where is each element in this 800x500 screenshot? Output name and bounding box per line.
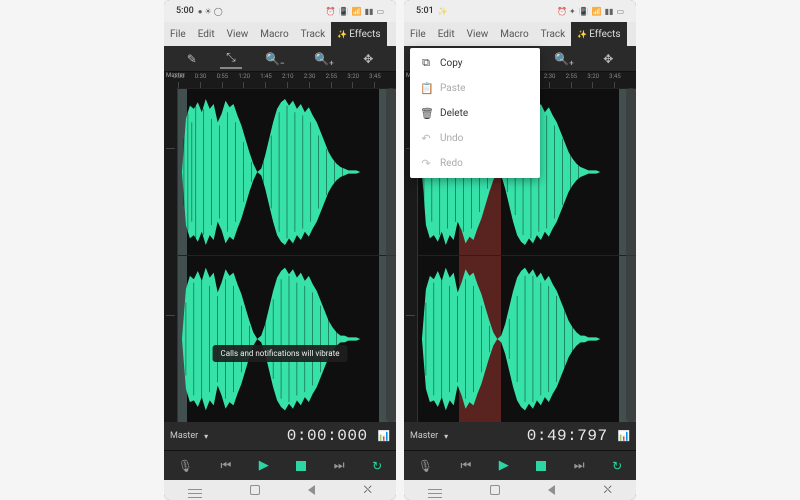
back-icon[interactable]: [308, 485, 315, 495]
vertical-scrollbar[interactable]: [386, 88, 396, 422]
channel-right[interactable]: [178, 255, 396, 422]
menu-bar: File Edit View Macro Track Effects: [404, 22, 636, 46]
menu-effects[interactable]: Effects: [331, 22, 386, 46]
recent-apps-icon[interactable]: [428, 489, 442, 491]
copy-icon: ⧉: [420, 56, 432, 70]
transport-bar: 🎙 ⏮ ▶ ⏭ ↻: [404, 450, 636, 480]
menu-macro[interactable]: Macro: [254, 22, 294, 46]
menu-track[interactable]: Track: [535, 22, 572, 46]
home-icon[interactable]: [250, 485, 260, 495]
record-button[interactable]: 🎙: [418, 459, 433, 473]
recent-apps-icon[interactable]: [188, 489, 202, 491]
vibrate-icon: 📳: [579, 7, 589, 16]
zoom-in-icon[interactable]: 🔍₊: [548, 50, 580, 68]
loop-button[interactable]: ↻: [612, 459, 622, 473]
master-dropdown[interactable]: Master: [410, 431, 448, 441]
tool-bar: ✎ ⤡ 🔍₋ 🔍₊ ✥: [164, 46, 396, 72]
menu-view[interactable]: View: [221, 22, 255, 46]
menu-effects[interactable]: Effects: [571, 22, 626, 46]
menu-file[interactable]: File: [164, 22, 192, 46]
dnd-icon: ✨: [438, 7, 448, 16]
edit-context-menu: ⧉ Copy 📋 Paste 🗑 Delete ↶ Undo ↷ Redo: [410, 48, 540, 178]
ctx-redo-label: Redo: [440, 158, 463, 169]
paste-icon: 📋: [420, 82, 432, 95]
ctx-redo[interactable]: ↷ Redo: [410, 151, 540, 176]
zoom-out-icon[interactable]: 🔍₋: [259, 50, 290, 68]
amplitude-gutter: [164, 88, 178, 422]
play-button[interactable]: ▶: [499, 458, 509, 473]
skip-start-button[interactable]: ⏮: [220, 458, 231, 473]
skip-start-button[interactable]: ⏮: [460, 458, 471, 473]
bottom-controls: Master 0:49:797 📊: [404, 422, 636, 450]
signal-icon: ▮▮: [365, 7, 374, 16]
screenshot-left: 5:00 ● ☀ ◯ ⏰ 📳 📶 ▮▮ ▭ File Edit View Mac…: [164, 0, 396, 500]
move-icon[interactable]: ✥: [597, 50, 619, 68]
stop-button[interactable]: [296, 461, 306, 471]
waveform-area[interactable]: Calls and notifications will vibrate: [164, 88, 396, 422]
ctx-paste-label: Paste: [440, 83, 465, 94]
vertical-scrollbar[interactable]: [626, 88, 636, 422]
transport-bar: 🎙 ⏮ ▶ ⏭ ↻: [164, 450, 396, 480]
vibrate-toast: Calls and notifications will vibrate: [213, 345, 348, 362]
crop-icon[interactable]: ⤡: [220, 48, 242, 69]
bottom-controls: Master 0:00:000 📊: [164, 422, 396, 450]
meter-icon[interactable]: 📊: [378, 431, 390, 442]
dnd-icon: ● ☀ ◯: [198, 7, 223, 16]
menu-edit[interactable]: Edit: [432, 22, 461, 46]
undo-icon: ↶: [420, 132, 432, 145]
ctx-delete[interactable]: 🗑 Delete: [410, 101, 540, 126]
skip-end-button[interactable]: ⏭: [334, 458, 345, 473]
accessibility-icon[interactable]: ⛌: [364, 483, 372, 497]
battery-icon: ▭: [376, 7, 384, 16]
signal-icon: ▮▮: [605, 7, 614, 16]
time-display: 0:00:000: [287, 427, 368, 445]
menu-macro[interactable]: Macro: [494, 22, 534, 46]
alarm-icon: ⏰ ✦: [557, 7, 576, 16]
menu-track[interactable]: Track: [295, 22, 332, 46]
skip-end-button[interactable]: ⏭: [574, 458, 585, 473]
channel-right[interactable]: [418, 255, 636, 422]
loop-button[interactable]: ↻: [372, 459, 382, 473]
menu-view[interactable]: View: [461, 22, 495, 46]
delete-icon: 🗑: [420, 107, 432, 120]
wifi-icon: 📶: [352, 7, 362, 16]
zoom-in-icon[interactable]: 🔍₊: [308, 50, 340, 68]
accessibility-icon[interactable]: ⛌: [604, 483, 612, 497]
status-time: 5:01: [416, 6, 434, 16]
redo-icon: ↷: [420, 157, 432, 170]
status-time: 5:00: [176, 6, 194, 16]
alarm-icon: ⏰: [326, 7, 336, 16]
record-button[interactable]: 🎙: [178, 459, 193, 473]
play-button[interactable]: ▶: [259, 458, 269, 473]
pencil-icon[interactable]: ✎: [181, 50, 203, 68]
ctx-undo-label: Undo: [440, 133, 463, 144]
screenshot-right: 5:01 ✨ ⏰ ✦ 📳 📶 ▮▮ ▭ File Edit View Macro…: [404, 0, 636, 500]
vibrate-icon: 📳: [339, 7, 349, 16]
status-bar: 5:01 ✨ ⏰ ✦ 📳 📶 ▮▮ ▭: [404, 0, 636, 22]
move-icon[interactable]: ✥: [357, 50, 379, 68]
ctx-delete-label: Delete: [440, 108, 468, 119]
status-tray: ⏰ ✦ 📳 📶 ▮▮ ▭: [557, 7, 624, 16]
home-icon[interactable]: [490, 485, 500, 495]
android-nav-bar: ⛌: [164, 480, 396, 500]
master-dropdown[interactable]: Master: [170, 431, 208, 441]
ctx-undo[interactable]: ↶ Undo: [410, 126, 540, 151]
ctx-copy[interactable]: ⧉ Copy: [410, 50, 540, 76]
menu-bar: File Edit View Macro Track Effects: [164, 22, 396, 46]
timeline-ruler[interactable]: Master 0:00 0:30 0:55 1:20 1:45 2:10 2:3…: [164, 72, 396, 88]
menu-file[interactable]: File: [404, 22, 432, 46]
time-display: 0:49:797: [527, 427, 608, 445]
channel-left[interactable]: [178, 88, 396, 255]
status-tray: ⏰ 📳 📶 ▮▮ ▭: [326, 7, 384, 16]
ctx-paste[interactable]: 📋 Paste: [410, 76, 540, 101]
ctx-copy-label: Copy: [440, 58, 463, 69]
battery-icon: ▭: [616, 7, 624, 16]
menu-edit[interactable]: Edit: [192, 22, 221, 46]
meter-icon[interactable]: 📊: [618, 431, 630, 442]
status-bar: 5:00 ● ☀ ◯ ⏰ 📳 📶 ▮▮ ▭: [164, 0, 396, 22]
stop-button[interactable]: [536, 461, 546, 471]
android-nav-bar: ⛌: [404, 480, 636, 500]
wifi-icon: 📶: [592, 7, 602, 16]
back-icon[interactable]: [548, 485, 555, 495]
